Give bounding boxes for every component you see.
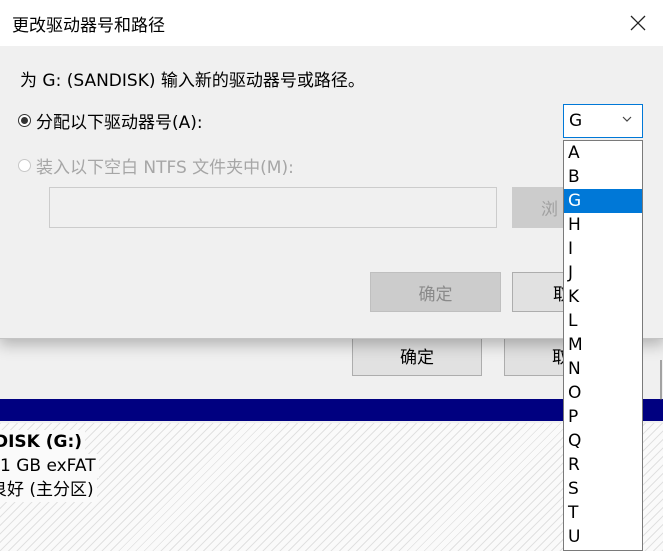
drive-letter-option[interactable]: H	[564, 213, 642, 237]
selected-drive-letter: G	[569, 111, 583, 131]
mount-folder-radio[interactable]	[18, 159, 31, 172]
drive-letter-option[interactable]: Q	[564, 429, 642, 453]
title-bar[interactable]: 更改驱动器号和路径	[0, 0, 663, 46]
assign-letter-radio[interactable]	[18, 114, 31, 127]
drive-letter-option[interactable]: P	[564, 405, 642, 429]
assign-letter-label: 分配以下驱动器号(A):	[36, 113, 203, 133]
drive-letter-dropdown-list[interactable]: ABGHIJKLMNOPQRSTU	[563, 140, 643, 551]
radio-checked-dot	[21, 117, 28, 124]
drive-letter-option[interactable]: A	[564, 141, 642, 165]
drive-letter-option[interactable]: M	[564, 333, 642, 357]
partition-status: 良好 (主分区)	[0, 478, 97, 502]
drive-letter-option[interactable]: U	[564, 525, 642, 549]
drive-letter-option[interactable]: J	[564, 261, 642, 285]
background-ok-button[interactable]: 确定	[352, 335, 482, 376]
drive-letter-option[interactable]: S	[564, 477, 642, 501]
drive-letter-option[interactable]: G	[564, 189, 642, 213]
drive-letter-option[interactable]: N	[564, 357, 642, 381]
partition-name: DISK (G:)	[0, 430, 86, 454]
drive-letter-option[interactable]: B	[564, 165, 642, 189]
close-button[interactable]	[612, 0, 663, 46]
partition-size: 1 GB exFAT	[0, 454, 99, 478]
drive-letter-option[interactable]: T	[564, 501, 642, 525]
ok-button[interactable]: 确定	[370, 272, 501, 312]
drive-letter-option[interactable]: R	[564, 453, 642, 477]
drive-letter-option[interactable]: K	[564, 285, 642, 309]
drive-letter-option[interactable]: I	[564, 237, 642, 261]
folder-path-input[interactable]	[49, 187, 497, 228]
dialog-prompt: 为 G: (SANDISK) 输入新的驱动器号或路径。	[20, 71, 365, 91]
drive-letter-option[interactable]: L	[564, 309, 642, 333]
assign-letter-option[interactable]: 分配以下驱动器号(A):	[18, 108, 203, 133]
close-icon	[630, 15, 646, 31]
chevron-down-icon[interactable]	[622, 112, 632, 127]
drive-letter-option[interactable]: O	[564, 381, 642, 405]
dialog-title: 更改驱动器号和路径	[12, 16, 165, 36]
mount-folder-label: 装入以下空白 NTFS 文件夹中(M):	[36, 158, 294, 178]
mount-folder-option[interactable]: 装入以下空白 NTFS 文件夹中(M):	[18, 153, 294, 178]
partition-info: DISK (G:) 1 GB exFAT 良好 (主分区)	[0, 430, 99, 502]
